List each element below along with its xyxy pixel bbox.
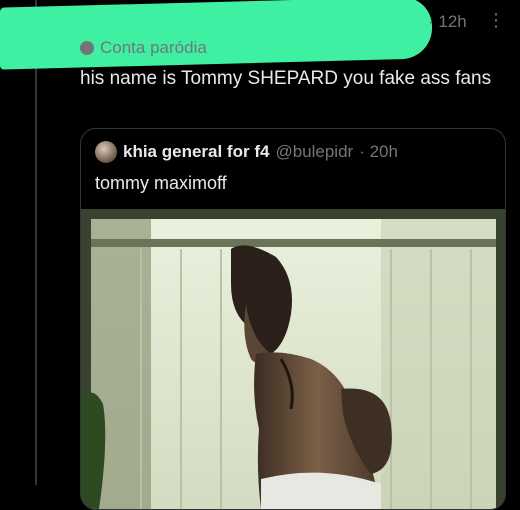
more-icon[interactable]: ⋮ [487,10,506,31]
account-label-row: Conta paródia [80,38,207,58]
account-label: Conta paródia [100,38,207,57]
post-time[interactable]: · 12h [428,12,467,32]
quoted-display-name[interactable]: khia general for f4 [123,142,269,162]
parody-icon [80,41,94,55]
quoted-post-header: khia general for f4 @bulepidr · 20h [95,141,398,163]
quoted-text: tommy maximoff [95,173,227,193]
post-text: his name is Tommy SHEPARD you fake ass f… [80,68,492,89]
quoted-handle[interactable]: @bulepidr [275,142,353,162]
quoted-time[interactable]: · 20h [359,142,398,162]
avatar[interactable] [95,141,117,163]
thread-line [35,0,37,485]
quoted-post[interactable]: khia general for f4 @bulepidr · 20h tomm… [80,128,506,510]
quoted-media-image[interactable] [81,209,505,509]
media-photo [81,209,505,509]
